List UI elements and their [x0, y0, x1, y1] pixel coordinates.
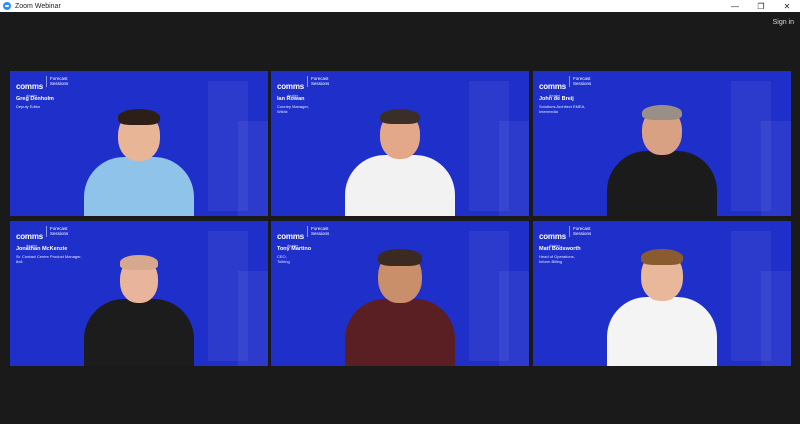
brand-divider	[46, 226, 48, 237]
participant-role-line: Intermedia	[539, 109, 558, 114]
background-shape	[761, 121, 791, 216]
brand-logo: comms dealer Forecast Sessions	[277, 226, 329, 248]
background-shape	[761, 271, 791, 366]
participant-body	[607, 151, 717, 216]
participant-hair	[120, 255, 158, 270]
participant-name: Tony Martino	[277, 246, 312, 252]
brand-logo: comms dealer Forecast Sessions	[539, 226, 591, 248]
background-shape	[238, 121, 268, 216]
brand-logo-text: comms	[277, 232, 305, 241]
participant-role: Head of Operations, Inform Billing	[539, 254, 575, 264]
brand-tagline: Forecast Sessions	[573, 226, 591, 236]
participant-video-tile[interactable]: comms dealer Forecast Sessions Matt Bods…	[533, 221, 791, 366]
brand-logo-text: comms	[539, 82, 567, 91]
sign-in-link[interactable]: Sign in	[773, 19, 794, 26]
brand-logo: comms dealer Forecast Sessions	[277, 76, 329, 98]
brand-tagline: Forecast Sessions	[50, 76, 68, 86]
participant-video-tile[interactable]: comms dealer Forecast Sessions Ian Rowan…	[271, 71, 529, 216]
brand-logo: comms dealer Forecast Sessions	[16, 76, 68, 98]
participant-role-line: Inform Billing	[539, 259, 563, 264]
brand-divider	[307, 76, 309, 87]
background-shape	[499, 271, 529, 366]
brand-tagline-line2: Sessions	[573, 81, 592, 86]
brand-tagline-line2: Sessions	[311, 231, 330, 236]
participant-role: CEO, Tollring	[277, 254, 290, 264]
participant-role: Country Manager, Wildix	[277, 104, 309, 114]
participant-role-line: Deputy Editor	[16, 104, 41, 109]
participant-name: Jonathan McKenzie	[16, 246, 68, 252]
participant-body	[84, 157, 194, 216]
participant-role-line: Wildix	[277, 109, 288, 114]
close-button[interactable]: ✕	[774, 0, 800, 12]
brand-logo-text: comms	[16, 82, 44, 91]
brand-tagline: Forecast Sessions	[50, 226, 68, 236]
participant-role-line: Tollring	[277, 259, 290, 264]
window-controls: — ❐ ✕	[722, 0, 800, 12]
brand-logo-text: comms	[277, 82, 305, 91]
participant-role-line: 8x8	[16, 259, 23, 264]
participant-name: Ian Rowan	[277, 96, 305, 102]
brand-logo: comms dealer Forecast Sessions	[539, 76, 591, 98]
participant-role: Deputy Editor	[16, 104, 40, 109]
brand-tagline: Forecast Sessions	[311, 226, 329, 236]
participant-name: Matt Bodsworth	[539, 246, 581, 252]
brand-divider	[569, 76, 571, 87]
participant-name: John de Breij	[539, 96, 574, 102]
participant-body	[607, 297, 717, 366]
participant-hair	[642, 105, 682, 121]
brand-logo: comms dealer Forecast Sessions	[16, 226, 68, 248]
brand-divider	[46, 76, 48, 87]
brand-tagline-line2: Sessions	[50, 231, 69, 236]
brand-tagline-line2: Sessions	[573, 231, 592, 236]
participant-role: Solutions Architect EMEA, Intermedia	[539, 104, 585, 114]
participant-hair	[378, 249, 422, 266]
participant-body	[345, 155, 455, 216]
brand-tagline-line2: Sessions	[50, 81, 69, 86]
brand-logo-text: comms	[539, 232, 567, 241]
brand-tagline: Forecast Sessions	[311, 76, 329, 86]
participant-name: Greg Denholm	[16, 96, 54, 102]
participant-hair	[118, 109, 160, 125]
participant-video-tile[interactable]: comms dealer Forecast Sessions John de B…	[533, 71, 791, 216]
brand-tagline-line2: Sessions	[311, 81, 330, 86]
participant-hair	[380, 109, 420, 125]
background-shape	[238, 271, 268, 366]
zoom-app-icon	[3, 2, 11, 10]
window-title: Zoom Webinar	[15, 2, 61, 10]
participant-body	[84, 299, 194, 366]
minimize-button[interactable]: —	[722, 0, 748, 12]
participant-video-tile[interactable]: comms dealer Forecast Sessions Tony Mart…	[271, 221, 529, 366]
participant-role-line: Sr. Contact Centre Product Manager,	[16, 254, 82, 259]
participant-hair	[641, 249, 683, 265]
brand-divider	[569, 226, 571, 237]
title-bar: Zoom Webinar — ❐ ✕	[0, 0, 800, 12]
participant-body	[345, 299, 455, 366]
participant-role: Sr. Contact Centre Product Manager, 8x8	[16, 254, 82, 264]
brand-tagline: Forecast Sessions	[573, 76, 591, 86]
background-shape	[499, 121, 529, 216]
participant-video-tile[interactable]: comms dealer Forecast Sessions Greg Denh…	[10, 71, 268, 216]
brand-logo-text: comms	[16, 232, 44, 241]
brand-divider	[307, 226, 309, 237]
restore-button[interactable]: ❐	[748, 0, 774, 12]
participant-video-tile[interactable]: comms dealer Forecast Sessions Jonathan …	[10, 221, 268, 366]
